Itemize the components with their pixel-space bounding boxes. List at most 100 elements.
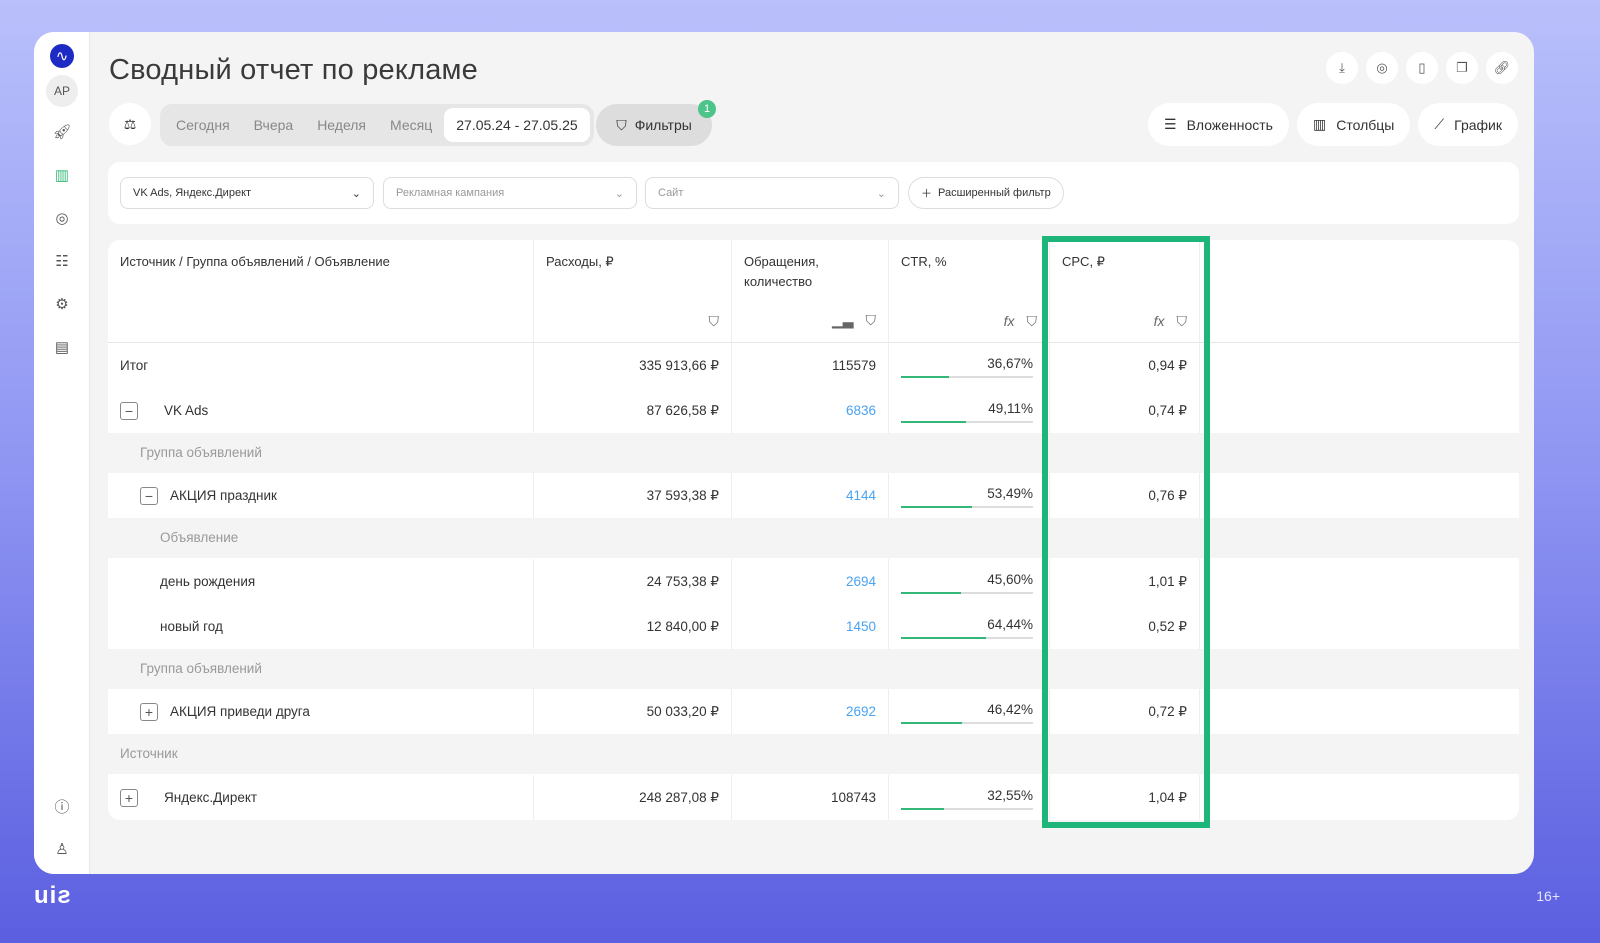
plus-icon: ＋ xyxy=(921,188,932,200)
campaign-select[interactable]: Рекламная кампания ⌄ xyxy=(383,177,637,209)
ctr-cell: 36,67% xyxy=(889,343,1050,388)
filters-button[interactable]: ⛉ Фильтры 1 xyxy=(596,100,716,146)
ctr-progress-bar xyxy=(901,592,1033,594)
table-row[interactable]: новый год 12 840,00 ₽1450 64,44% 0,52 ₽ xyxy=(148,604,1519,650)
dashboard-icon[interactable]: ◎ xyxy=(48,204,76,232)
leads-cell[interactable]: 2692 xyxy=(732,689,889,734)
expand-toggle[interactable]: + xyxy=(140,702,158,721)
nesting-button[interactable]: ☰ Вложенность xyxy=(1148,103,1289,146)
filters-count-badge: 1 xyxy=(698,100,716,118)
spend-cell: 248 287,08 ₽ xyxy=(534,775,732,820)
period-yesterday[interactable]: Вчера xyxy=(242,117,306,133)
advanced-filter-button[interactable]: ＋ Расширенный фильтр xyxy=(908,177,1064,209)
group-label-row: Группа объявлений xyxy=(108,649,1519,689)
chevron-down-icon: ⌄ xyxy=(876,187,886,200)
filter-icon[interactable]: ⛉ xyxy=(866,310,877,330)
level-label: Источник xyxy=(120,746,178,761)
column-header-name[interactable]: Источник / Группа объявлений / Объявлени… xyxy=(108,240,534,343)
filter-icon[interactable]: ⛉ xyxy=(1027,313,1038,330)
row-name-cell: Итог xyxy=(108,343,534,388)
ctr-cell: 49,11% xyxy=(889,388,1050,433)
nesting-icon: ☰ xyxy=(1164,116,1177,132)
ctr-cell: 45,60% xyxy=(889,559,1050,604)
page-title: Сводный отчет по рекламе xyxy=(109,54,479,86)
info-icon[interactable]: ⓘ xyxy=(48,792,76,820)
expand-toggle[interactable]: + xyxy=(120,788,138,807)
group-label-row: Объявление xyxy=(108,518,1519,558)
chevron-down-icon: ⌄ xyxy=(614,187,624,200)
chart-icon: ⟋ xyxy=(1434,116,1445,132)
group-label-row: Источник xyxy=(108,734,1519,774)
row-name-cell: день рождения xyxy=(148,559,534,604)
ctr-cell: 53,49% xyxy=(889,473,1050,518)
table-row[interactable]: Итог 335 913,66 ₽115579 36,67% 0,94 ₽ xyxy=(108,343,1519,389)
row-name-cell: − VK Ads xyxy=(108,388,534,433)
avatar[interactable]: АР xyxy=(46,75,78,107)
date-range-picker[interactable]: 27.05.24 - 27.05.25 xyxy=(444,108,590,142)
row-name-cell: + Яндекс.Директ xyxy=(108,775,534,820)
period-week[interactable]: Неделя xyxy=(305,117,378,133)
collapse-toggle[interactable]: − xyxy=(140,486,158,505)
ctr-cell: 32,55% xyxy=(889,775,1050,820)
leads-cell[interactable]: 4144 xyxy=(732,473,889,518)
site-select[interactable]: Сайт ⌄ xyxy=(645,177,899,209)
period-month[interactable]: Месяц xyxy=(378,117,444,133)
compare-scale-button[interactable]: ⚖ xyxy=(109,103,151,145)
app-window: ∿ АР 🚀︎ ▥ ◎ ☷ ⚙ ▤ ⓘ ♙ Сводный отчет по р… xyxy=(34,32,1534,874)
download-icon[interactable]: ⤓ xyxy=(1326,52,1358,84)
spend-cell: 24 753,38 ₽ xyxy=(534,559,732,604)
filter-icon[interactable]: ⛉ xyxy=(709,313,720,330)
table-row[interactable]: + АКЦИЯ приведи друга 50 033,20 ₽2692 46,42… xyxy=(128,689,1519,735)
spend-cell: 50 033,20 ₽ xyxy=(534,689,732,734)
column-header-leads[interactable]: Обращения, количество ▁▃ ⛉ xyxy=(732,240,889,343)
user-icon[interactable]: ♙ xyxy=(48,835,76,863)
table-row[interactable]: − АКЦИЯ праздник 37 593,38 ₽4144 53,49% 0,76… xyxy=(128,473,1519,519)
ctr-progress-bar xyxy=(901,376,1033,378)
leads-cell[interactable]: 1450 xyxy=(732,604,889,649)
filter-bar: VK Ads, Яндекс.Директ ⌄ Рекламная кампани… xyxy=(108,162,1519,224)
row-name-cell: + АКЦИЯ приведи друга xyxy=(128,689,534,734)
gear-icon[interactable]: ⚙ xyxy=(48,290,76,318)
cpc-column-highlight xyxy=(1042,236,1210,828)
leads-cell[interactable]: 2694 xyxy=(732,559,889,604)
ctr-progress-bar xyxy=(901,506,1033,508)
spend-cell: 335 913,66 ₽ xyxy=(534,343,732,388)
leads-cell[interactable]: 6836 xyxy=(732,388,889,433)
columns-button[interactable]: ▥ Столбцы xyxy=(1296,103,1411,146)
brand-logo: uiƨ xyxy=(34,882,72,909)
spend-cell: 12 840,00 ₽ xyxy=(534,604,732,649)
ctr-progress-bar xyxy=(901,722,1033,724)
spend-cell: 37 593,38 ₽ xyxy=(534,473,732,518)
period-today[interactable]: Сегодня xyxy=(164,117,242,133)
level-label: Группа объявлений xyxy=(140,661,262,676)
ctr-progress-bar xyxy=(901,808,1033,810)
age-rating: 16+ xyxy=(1536,888,1560,904)
leads-cell: 115579 xyxy=(732,343,889,388)
bar-chart-icon[interactable]: ▁▃ xyxy=(832,310,854,330)
list-icon[interactable]: ☷ xyxy=(48,247,76,275)
ctr-cell: 46,42% xyxy=(889,689,1050,734)
rocket-icon[interactable]: 🚀︎ xyxy=(48,118,76,146)
table-row[interactable]: день рождения 24 753,38 ₽2694 45,60% 1,01 ₽ xyxy=(148,559,1519,605)
document-icon[interactable]: ▤ xyxy=(48,333,76,361)
row-name-cell: новый год xyxy=(148,604,534,649)
ctr-cell: 64,44% xyxy=(889,604,1050,649)
level-label: Объявление xyxy=(160,530,239,545)
reports-icon[interactable]: ▥ xyxy=(48,161,76,189)
link-icon[interactable]: 🔗︎ xyxy=(1486,52,1518,84)
chart-button[interactable]: ⟋ График xyxy=(1418,103,1518,146)
table-row[interactable]: + Яндекс.Директ 248 287,08 ₽108743 32,55% 1,… xyxy=(108,775,1519,820)
ctr-progress-bar xyxy=(901,637,1033,639)
logo-icon[interactable]: ∿ xyxy=(50,44,74,68)
table-row[interactable]: − VK Ads 87 626,58 ₽6836 49,11% 0,74 ₽ xyxy=(108,388,1519,434)
formula-icon[interactable]: fx xyxy=(1004,313,1015,330)
sidebar: ∿ АР 🚀︎ ▥ ◎ ☷ ⚙ ▤ ⓘ ♙ xyxy=(34,32,90,874)
collapse-toggle[interactable]: − xyxy=(120,401,138,420)
target-icon[interactable]: ◎ xyxy=(1366,52,1398,84)
column-header-ctr[interactable]: CTR, % fx ⛉ xyxy=(889,240,1050,343)
source-select[interactable]: VK Ads, Яндекс.Директ ⌄ xyxy=(120,177,374,209)
copy-icon[interactable]: ❐ xyxy=(1446,52,1478,84)
file-icon[interactable]: ▯ xyxy=(1406,52,1438,84)
ctr-progress-bar xyxy=(901,421,1033,423)
column-header-spend[interactable]: Расходы, ₽ ⛉ xyxy=(534,240,732,343)
